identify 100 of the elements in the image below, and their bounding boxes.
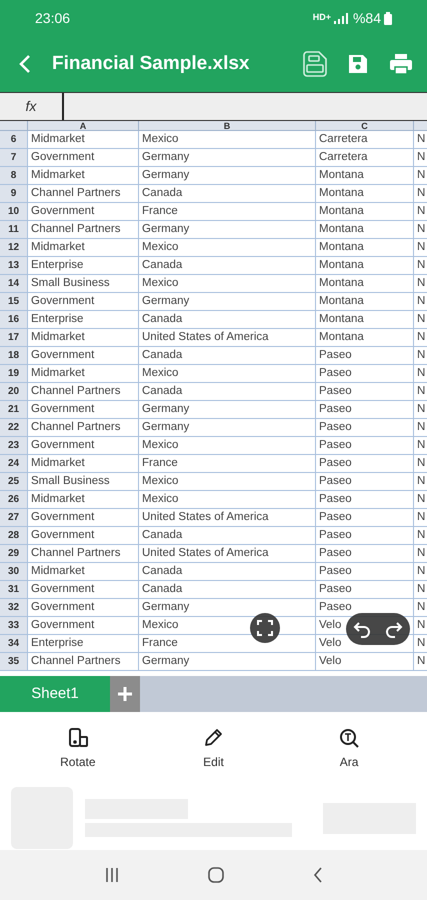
table-cell: Midmarket [27, 329, 138, 346]
table-cell: Channel Partners [27, 545, 138, 562]
table-cell: Germany [138, 653, 315, 670]
table-cell: Montana [315, 311, 413, 328]
table-cell: Paseo [315, 473, 413, 490]
table-cell: Carretera [315, 149, 413, 166]
table-cell: Paseo [315, 527, 413, 544]
row-number[interactable]: 31 [0, 581, 27, 598]
status-time: 23:06 [35, 8, 70, 28]
table-cell: Germany [138, 401, 315, 418]
table-cell: Montana [315, 275, 413, 292]
back-nav-button[interactable] [312, 867, 324, 883]
table-cell: Germany [138, 149, 315, 166]
row-number[interactable]: 26 [0, 491, 27, 508]
row-number[interactable]: 7 [0, 149, 27, 166]
table-cell: Government [27, 599, 138, 616]
table-cell: Government [27, 203, 138, 220]
table-cell: Canada [138, 581, 315, 598]
row-number[interactable]: 24 [0, 455, 27, 472]
toolbar-button[interactable]: Ara [304, 727, 394, 771]
table-cell: N [413, 383, 427, 400]
row-number[interactable]: 27 [0, 509, 27, 526]
row-number[interactable]: 21 [0, 401, 27, 418]
column-header[interactable]: A [27, 121, 138, 130]
table-cell: Montana [315, 239, 413, 256]
row-number[interactable]: 34 [0, 635, 27, 652]
print-icon[interactable] [389, 53, 413, 75]
row-number[interactable]: 23 [0, 437, 27, 454]
table-cell: Montana [315, 329, 413, 346]
table-cell: Paseo [315, 491, 413, 508]
row-number[interactable]: 6 [0, 131, 27, 148]
table-cell: Enterprise [27, 311, 138, 328]
row-number[interactable]: 18 [0, 347, 27, 364]
redo-button[interactable] [385, 620, 403, 638]
fullscreen-button[interactable] [250, 613, 280, 643]
add-sheet-button[interactable] [110, 676, 140, 712]
plus-icon [118, 687, 132, 701]
row-number[interactable]: 14 [0, 275, 27, 292]
table-cell: Midmarket [27, 167, 138, 184]
fullscreen-icon [257, 620, 273, 636]
table-cell: Mexico [138, 491, 315, 508]
row-number[interactable]: 9 [0, 185, 27, 202]
row-number[interactable]: 8 [0, 167, 27, 184]
column-header[interactable]: B [138, 121, 315, 130]
table-cell: N [413, 185, 427, 202]
table-cell: Paseo [315, 401, 413, 418]
table-cell: N [413, 203, 427, 220]
row-number[interactable]: 16 [0, 311, 27, 328]
row-number[interactable]: 33 [0, 617, 27, 634]
table-cell: Midmarket [27, 491, 138, 508]
table-cell: N [413, 275, 427, 292]
pencil-icon [202, 727, 224, 749]
table-cell: Montana [315, 167, 413, 184]
row-number[interactable]: 29 [0, 545, 27, 562]
recent-apps-button[interactable] [104, 867, 120, 883]
table-cell: Paseo [315, 347, 413, 364]
table-cell: Government [27, 293, 138, 310]
table-cell: Paseo [315, 545, 413, 562]
column-header[interactable]: C [315, 121, 413, 130]
battery-icon [384, 12, 392, 24]
toolbar-button[interactable]: Edit [168, 727, 258, 771]
row-number[interactable]: 35 [0, 653, 27, 670]
table-cell: N [413, 293, 427, 310]
row-number[interactable]: 17 [0, 329, 27, 346]
row-number[interactable]: 20 [0, 383, 27, 400]
table-cell: Channel Partners [27, 185, 138, 202]
undo-button[interactable] [353, 620, 371, 638]
table-cell: United States of America [138, 545, 315, 562]
table-cell: Velo [315, 653, 413, 670]
table-cell: N [413, 131, 427, 148]
row-number[interactable]: 10 [0, 203, 27, 220]
row-number[interactable]: 15 [0, 293, 27, 310]
save-icon[interactable] [347, 53, 369, 75]
table-cell: Channel Partners [27, 653, 138, 670]
row-number[interactable]: 22 [0, 419, 27, 436]
row-number[interactable]: 13 [0, 257, 27, 274]
table-cell: Canada [138, 383, 315, 400]
table-cell: Germany [138, 293, 315, 310]
pdf-icon[interactable] [303, 51, 327, 77]
table-cell: Canada [138, 185, 315, 202]
table-cell: Enterprise [27, 635, 138, 652]
table-cell: N [413, 311, 427, 328]
table-cell: Paseo [315, 509, 413, 526]
row-number[interactable]: 25 [0, 473, 27, 490]
table-cell: Germany [138, 419, 315, 436]
row-number[interactable]: 28 [0, 527, 27, 544]
table-cell: France [138, 455, 315, 472]
home-button[interactable] [206, 866, 224, 884]
row-number[interactable]: 19 [0, 365, 27, 382]
row-number[interactable]: 12 [0, 239, 27, 256]
row-number[interactable]: 11 [0, 221, 27, 238]
table-cell: Government [27, 347, 138, 364]
table-cell: Mexico [138, 437, 315, 454]
row-number[interactable]: 32 [0, 599, 27, 616]
battery-level: %84 [352, 8, 381, 28]
signal-icon [334, 12, 350, 24]
toolbar-button[interactable]: Rotate [32, 727, 123, 771]
row-number[interactable]: 30 [0, 563, 27, 580]
table-cell: N [413, 599, 427, 616]
table-cell: N [413, 491, 427, 508]
